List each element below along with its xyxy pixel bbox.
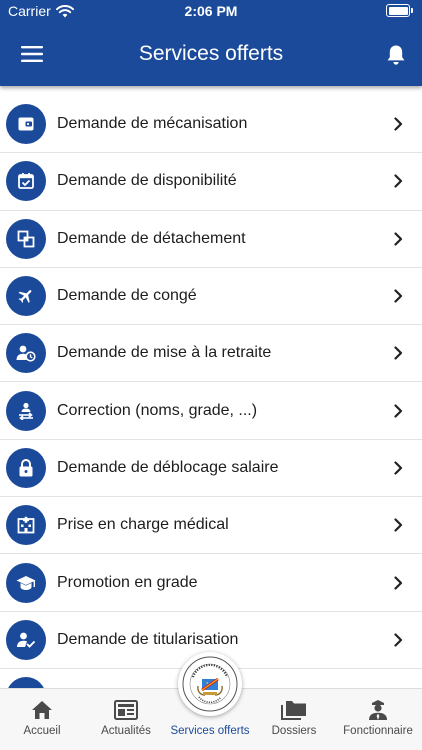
government-seal-button[interactable] bbox=[178, 652, 242, 716]
tab-label: Services offerts bbox=[170, 725, 250, 737]
service-item-mecanisation[interactable]: Demande de mécanisation bbox=[0, 96, 422, 154]
service-label: Demande de mécanisation bbox=[57, 115, 248, 133]
service-item-prise-en-charge-medical[interactable]: Prise en charge médical bbox=[0, 497, 422, 555]
graduation-cap-icon bbox=[6, 562, 46, 603]
app-header: Carrier 2:06 PM Services offerts bbox=[0, 0, 422, 86]
chevron-right-icon bbox=[390, 116, 406, 132]
chevron-right-icon bbox=[390, 173, 406, 189]
folders-icon bbox=[252, 697, 336, 723]
tab-label: Dossiers bbox=[271, 725, 317, 737]
service-item-disponibilite[interactable]: Demande de disponibilité bbox=[0, 153, 422, 211]
service-label: Promotion en grade bbox=[57, 573, 198, 591]
service-item-deblocage-salaire[interactable]: Demande de déblocage salaire bbox=[0, 440, 422, 498]
home-icon bbox=[0, 697, 84, 723]
hospital-icon bbox=[6, 505, 46, 546]
chevron-right-icon bbox=[390, 403, 406, 419]
service-item-promotion-en-grade[interactable]: Promotion en grade bbox=[0, 554, 422, 612]
bell-icon bbox=[387, 45, 405, 65]
service-label: Demande de titularisation bbox=[57, 630, 239, 648]
newspaper-icon bbox=[84, 697, 168, 723]
service-label: Correction (noms, grade, ...) bbox=[57, 401, 258, 419]
battery-icon bbox=[386, 4, 414, 18]
chevron-right-icon bbox=[390, 517, 406, 533]
person-check-icon bbox=[6, 619, 46, 660]
chevron-right-icon bbox=[390, 345, 406, 361]
notifications-button[interactable] bbox=[380, 40, 412, 70]
chevron-right-icon bbox=[390, 460, 406, 476]
chevron-right-icon bbox=[390, 632, 406, 648]
status-bar: Carrier 2:06 PM bbox=[0, 0, 422, 24]
officer-icon bbox=[336, 697, 420, 723]
chevron-right-icon bbox=[390, 575, 406, 591]
chevron-right-icon bbox=[390, 288, 406, 304]
service-item-conge[interactable]: Demande de congé bbox=[0, 268, 422, 326]
tab-label: Actualités bbox=[101, 725, 151, 737]
page-title: Services offerts bbox=[138, 42, 284, 65]
service-label: Demande de déblocage salaire bbox=[57, 458, 279, 476]
tab-accueil[interactable]: Accueil bbox=[0, 689, 84, 750]
service-label: Demande de détachement bbox=[57, 229, 246, 247]
service-label: Demande de congé bbox=[57, 287, 197, 305]
tab-actualites[interactable]: Actualités bbox=[84, 689, 168, 750]
service-label: Demande de disponibilité bbox=[57, 172, 237, 190]
service-item-correction[interactable]: Correction (noms, grade, ...) bbox=[0, 382, 422, 440]
service-label: Demande de mise à la retraite bbox=[57, 344, 272, 362]
people-swap-icon bbox=[6, 390, 46, 431]
airplane-icon bbox=[6, 276, 46, 317]
tab-dossiers[interactable]: Dossiers bbox=[252, 689, 336, 750]
chevron-right-icon bbox=[390, 231, 406, 247]
tab-label: Accueil bbox=[23, 725, 61, 737]
tab-fonctionnaire[interactable]: Fonctionnaire bbox=[336, 689, 420, 750]
government-seal-icon bbox=[182, 656, 238, 712]
calendar-check-icon bbox=[6, 161, 46, 202]
tab-label: Fonctionnaire bbox=[343, 725, 413, 737]
service-item-retraite[interactable]: Demande de mise à la retraite bbox=[0, 325, 422, 383]
service-item-detachement[interactable]: Demande de détachement bbox=[0, 211, 422, 268]
transfer-icon bbox=[6, 218, 46, 259]
status-time: 2:06 PM bbox=[184, 3, 238, 19]
service-label: Prise en charge médical bbox=[57, 516, 229, 534]
lock-icon bbox=[6, 447, 46, 488]
person-clock-icon bbox=[6, 333, 46, 374]
services-list: Demande de mécanisation Demande de dispo… bbox=[0, 96, 422, 717]
wallet-icon bbox=[6, 104, 46, 145]
